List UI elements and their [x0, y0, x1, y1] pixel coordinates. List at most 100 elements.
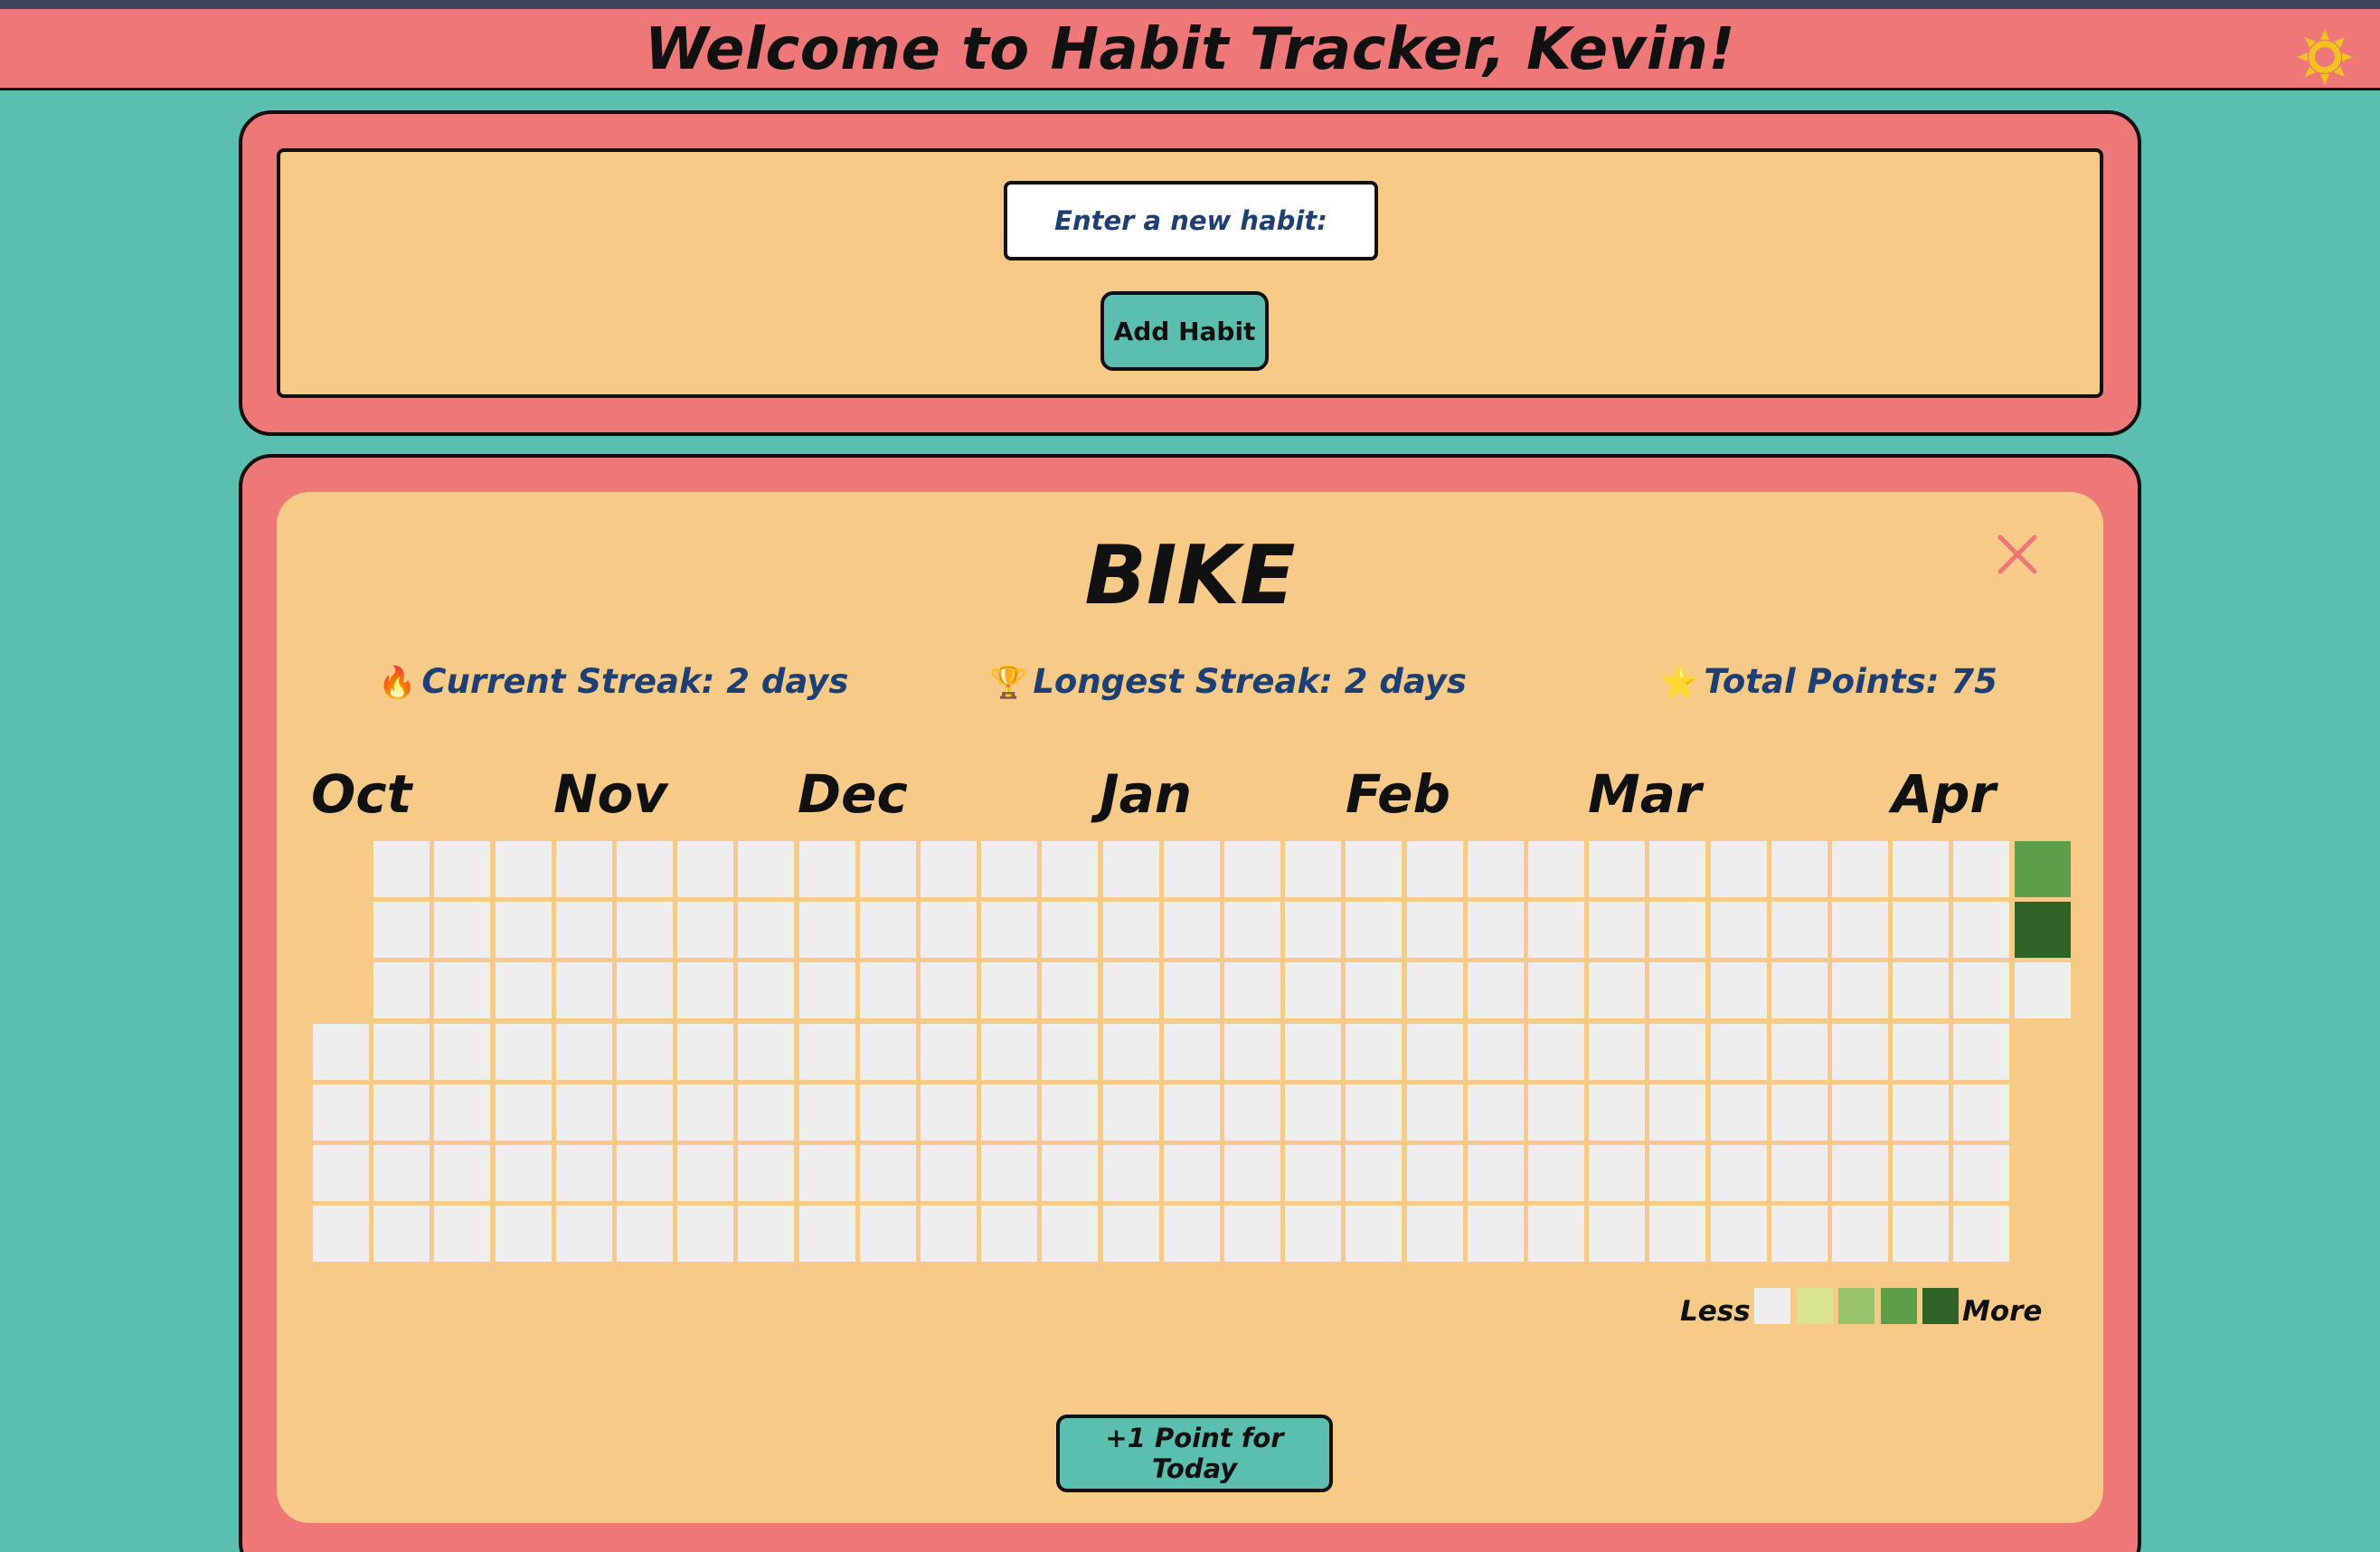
heatmap-day-cell[interactable]: [859, 1206, 916, 1263]
habit-input[interactable]: [1004, 181, 1378, 260]
heatmap-day-cell[interactable]: [798, 1084, 855, 1140]
heatmap-day-cell[interactable]: [1406, 902, 1463, 959]
heatmap-day-cell[interactable]: [1710, 902, 1767, 959]
heatmap-day-cell[interactable]: [1589, 1145, 1646, 1201]
heatmap-day-cell[interactable]: [373, 902, 430, 959]
heatmap-day-cell[interactable]: [1042, 1084, 1099, 1140]
heatmap-day-cell[interactable]: [738, 1145, 795, 1201]
heatmap-day-cell[interactable]: [1042, 841, 1099, 897]
heatmap-day-cell[interactable]: [798, 841, 855, 897]
heatmap-day-cell[interactable]: [1589, 1084, 1646, 1140]
heatmap-day-cell[interactable]: [1467, 1206, 1524, 1263]
heatmap-day-cell[interactable]: [981, 902, 1038, 959]
heatmap-day-cell[interactable]: [738, 841, 795, 897]
add-point-today-button[interactable]: +1 Point for Today: [1056, 1415, 1333, 1492]
heatmap-day-cell[interactable]: [1953, 841, 2010, 897]
heatmap-day-cell[interactable]: [1285, 902, 1342, 959]
heatmap-day-cell[interactable]: [1346, 1023, 1402, 1080]
heatmap-day-cell[interactable]: [1893, 962, 1950, 1019]
heatmap-day-cell[interactable]: [1832, 1206, 1888, 1263]
heatmap-day-cell[interactable]: [434, 1206, 491, 1263]
heatmap-day-cell[interactable]: [1467, 1084, 1524, 1140]
heatmap-day-cell[interactable]: [1771, 1023, 1828, 1080]
heatmap-day-cell[interactable]: [798, 1206, 855, 1263]
heatmap-day-cell[interactable]: [1953, 962, 2010, 1019]
heatmap-day-cell[interactable]: [677, 962, 734, 1019]
heatmap-day-cell[interactable]: [434, 1084, 491, 1140]
heatmap-day-cell[interactable]: [617, 1206, 673, 1263]
heatmap-day-cell[interactable]: [1953, 902, 2010, 959]
heatmap-day-cell[interactable]: [1589, 962, 1646, 1019]
heatmap-day-cell[interactable]: [1649, 1206, 1706, 1263]
heatmap-day-cell[interactable]: [1467, 962, 1524, 1019]
heatmap-day-cell[interactable]: [859, 1023, 916, 1080]
heatmap-day-cell[interactable]: [921, 902, 977, 959]
heatmap-day-cell[interactable]: [1771, 841, 1828, 897]
heatmap-day-cell[interactable]: [617, 1145, 673, 1201]
heatmap-day-cell[interactable]: [1649, 1145, 1706, 1201]
heatmap-day-cell[interactable]: [981, 1084, 1038, 1140]
heatmap-day-cell[interactable]: [555, 841, 612, 897]
heatmap-day-cell[interactable]: [1832, 902, 1888, 959]
heatmap-day-cell[interactable]: [859, 902, 916, 959]
heatmap-day-cell[interactable]: [1406, 841, 1463, 897]
heatmap-day-cell[interactable]: [1467, 1145, 1524, 1201]
heatmap-day-cell[interactable]: [434, 841, 491, 897]
heatmap-day-cell[interactable]: [1528, 962, 1584, 1019]
heatmap-day-cell[interactable]: [1710, 962, 1767, 1019]
heatmap-day-cell[interactable]: [1102, 1084, 1159, 1140]
heatmap-day-cell[interactable]: [1528, 841, 1584, 897]
heatmap-day-cell[interactable]: [1771, 1145, 1828, 1201]
heatmap-day-cell[interactable]: [373, 962, 430, 1019]
heatmap-day-cell[interactable]: [677, 902, 734, 959]
heatmap-day-cell[interactable]: [1528, 1023, 1584, 1080]
heatmap-day-cell[interactable]: [1589, 1206, 1646, 1263]
heatmap-day-cell[interactable]: [617, 841, 673, 897]
heatmap-day-cell[interactable]: [617, 902, 673, 959]
heatmap-day-cell[interactable]: [1224, 962, 1280, 1019]
heatmap-day-cell[interactable]: [1224, 1084, 1280, 1140]
heatmap-day-cell[interactable]: [1649, 1023, 1706, 1080]
heatmap-day-cell[interactable]: [373, 1023, 430, 1080]
heatmap-day-cell[interactable]: [1163, 1206, 1220, 1263]
heatmap-day-cell[interactable]: [1649, 962, 1706, 1019]
heatmap-day-cell[interactable]: [1102, 841, 1159, 897]
heatmap-day-cell[interactable]: [1346, 841, 1402, 897]
heatmap-day-cell[interactable]: [738, 902, 795, 959]
heatmap-day-cell[interactable]: [617, 1023, 673, 1080]
heatmap-day-cell[interactable]: [1893, 1023, 1950, 1080]
heatmap-day-cell[interactable]: [1528, 1084, 1584, 1140]
heatmap-day-cell[interactable]: [1102, 962, 1159, 1019]
heatmap-day-cell[interactable]: [859, 1145, 916, 1201]
heatmap-day-cell[interactable]: [1102, 1206, 1159, 1263]
heatmap-day-cell[interactable]: [1467, 1023, 1524, 1080]
heatmap-day-cell[interactable]: [1771, 1206, 1828, 1263]
heatmap-day-cell[interactable]: [1589, 902, 1646, 959]
heatmap-day-cell[interactable]: [555, 1145, 612, 1201]
heatmap-day-cell[interactable]: [1893, 1145, 1950, 1201]
close-icon[interactable]: [1993, 530, 2042, 579]
heatmap-day-cell[interactable]: [1589, 1023, 1646, 1080]
heatmap-day-cell[interactable]: [738, 1206, 795, 1263]
sun-icon[interactable]: [2297, 29, 2353, 85]
heatmap-day-cell[interactable]: [1771, 1084, 1828, 1140]
heatmap-day-cell[interactable]: [677, 1023, 734, 1080]
heatmap-day-cell[interactable]: [434, 902, 491, 959]
heatmap-day-cell[interactable]: [677, 1084, 734, 1140]
heatmap-day-cell[interactable]: [434, 1145, 491, 1201]
heatmap-day-cell[interactable]: [617, 962, 673, 1019]
heatmap-day-cell[interactable]: [738, 1084, 795, 1140]
heatmap-day-cell[interactable]: [1224, 841, 1280, 897]
heatmap-day-cell[interactable]: [555, 902, 612, 959]
heatmap-day-cell[interactable]: [555, 962, 612, 1019]
heatmap-day-cell[interactable]: [1528, 1206, 1584, 1263]
heatmap-day-cell[interactable]: [617, 1084, 673, 1140]
heatmap-day-cell[interactable]: [981, 1145, 1038, 1201]
heatmap-day-cell[interactable]: [921, 1084, 977, 1140]
heatmap-day-cell[interactable]: [1953, 1145, 2010, 1201]
heatmap-day-cell[interactable]: [677, 841, 734, 897]
heatmap-day-cell[interactable]: [1042, 1145, 1099, 1201]
heatmap-day-cell[interactable]: [1163, 1084, 1220, 1140]
heatmap-day-cell[interactable]: [1406, 1206, 1463, 1263]
heatmap-day-cell[interactable]: [1406, 1145, 1463, 1201]
